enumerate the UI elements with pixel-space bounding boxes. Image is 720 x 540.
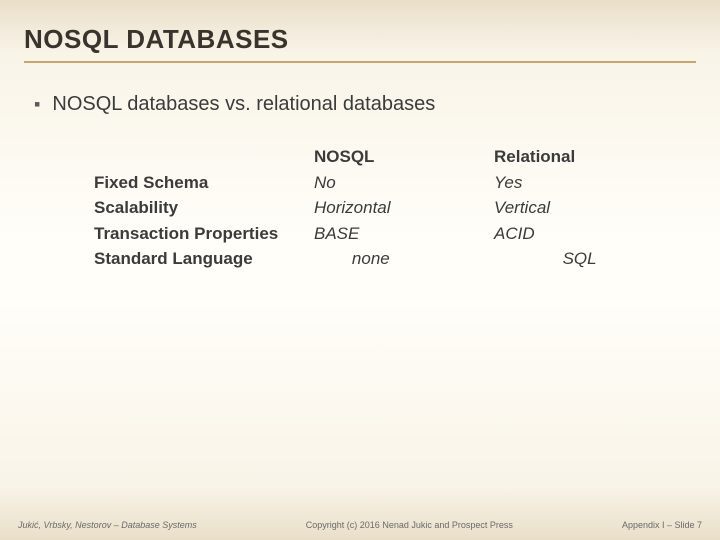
bullet-item: ▪ NOSQL databases vs. relational databas… [34,93,686,116]
row-rel: SQL [511,246,686,272]
row-nosql: BASE [314,221,494,247]
comparison-table: NOSQL Relational Fixed Schema No Yes Sca… [94,144,686,272]
table-row: Fixed Schema No Yes [94,170,686,196]
row-nosql: none [288,246,511,272]
header-label-cell [94,144,314,170]
table-row: Standard Language none SQL [94,246,686,272]
table-row: Transaction Properties BASE ACID [94,221,686,247]
footer-center: Copyright (c) 2016 Nenad Jukic and Prosp… [306,520,513,530]
row-label: Fixed Schema [94,170,314,196]
slide-footer: Jukić, Vrbsky, Nestorov – Database Syste… [0,520,720,530]
slide: NOSQL DATABASES ▪ NOSQL databases vs. re… [0,0,720,540]
header-rel-cell: Relational [494,144,634,170]
row-label: Standard Language [94,246,288,272]
footer-right: Appendix I – Slide 7 [622,520,702,530]
row-rel: ACID [494,221,634,247]
table-row: Scalability Horizontal Vertical [94,195,686,221]
content-body: ▪ NOSQL databases vs. relational databas… [0,69,720,272]
row-label: Scalability [94,195,314,221]
title-underline [24,61,696,63]
row-nosql: Horizontal [314,195,494,221]
row-nosql: No [314,170,494,196]
bullet-square-icon: ▪ [34,93,40,116]
bullet-text: NOSQL databases vs. relational databases [52,93,435,116]
footer-left: Jukić, Vrbsky, Nestorov – Database Syste… [18,520,197,530]
table-header-row: NOSQL Relational [94,144,686,170]
row-label: Transaction Properties [94,221,314,247]
row-rel: Vertical [494,195,634,221]
row-rel: Yes [494,170,634,196]
title-area: NOSQL DATABASES [0,0,720,69]
header-nosql-cell: NOSQL [314,144,494,170]
slide-title: NOSQL DATABASES [24,24,696,59]
